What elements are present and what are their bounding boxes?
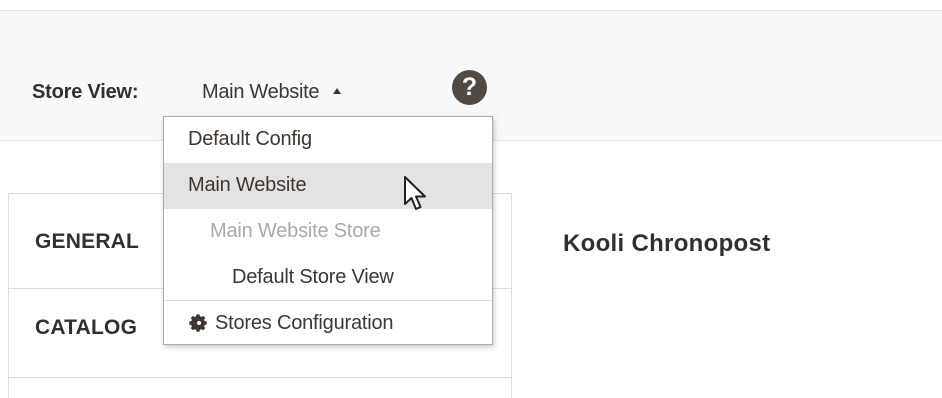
dropdown-item-default-store-view[interactable]: Default Store View: [164, 255, 492, 301]
stores-configuration-link[interactable]: Stores Configuration: [164, 301, 492, 345]
gear-icon: [189, 314, 207, 332]
stores-configuration-label: Stores Configuration: [215, 312, 394, 334]
dropdown-item-label: Default Config: [188, 128, 312, 150]
tab-general-label: GENERAL: [35, 230, 140, 253]
store-view-dropdown: Default Config Main Website Main Website…: [163, 116, 493, 345]
page-title: Kooli Chronopost: [563, 230, 771, 257]
dropdown-item-default-config[interactable]: Default Config: [164, 117, 492, 163]
dropdown-item-label: Main Website Store: [210, 220, 381, 242]
mouse-pointer-icon: [404, 176, 426, 210]
page: Store View: Main Website ? GENERAL CATAL…: [0, 0, 942, 398]
store-view-label: Store View:: [32, 81, 139, 103]
dropdown-item-label: Main Website: [188, 174, 307, 196]
store-view-toggle[interactable]: Main Website: [202, 81, 342, 104]
caret-up-icon: [333, 88, 342, 94]
dropdown-item-label: Default Store View: [232, 266, 394, 288]
dropdown-item-main-website-store: Main Website Store: [164, 209, 492, 255]
dropdown-item-main-website[interactable]: Main Website: [164, 163, 492, 209]
store-view-current: Main Website: [202, 81, 320, 103]
question-mark-icon[interactable]: ?: [452, 70, 487, 105]
top-strip: [0, 0, 942, 11]
tab-catalog-label: CATALOG: [35, 316, 138, 339]
